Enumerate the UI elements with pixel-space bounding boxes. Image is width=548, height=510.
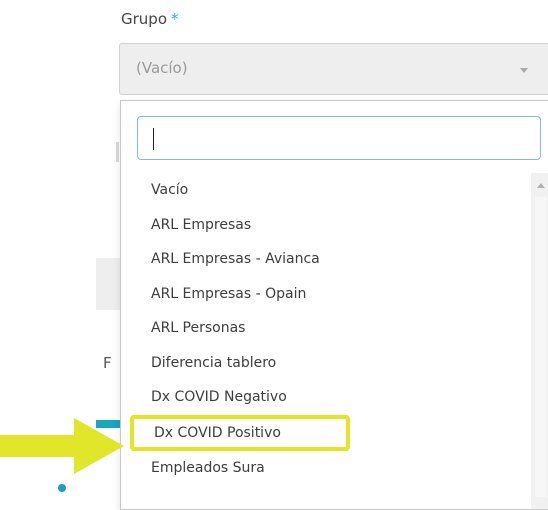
grupo-select-value: (Vacío) [136, 59, 188, 77]
grupo-label-text: Grupo [121, 10, 167, 28]
dropdown-scrollbar[interactable] [531, 173, 548, 509]
option-diferencia-tablero[interactable]: Diferencia tablero [121, 346, 531, 381]
dropdown-search-input[interactable] [137, 116, 541, 160]
option-arl-personas[interactable]: ARL Personas [121, 311, 531, 346]
grupo-field-label: Grupo * [121, 10, 179, 28]
background-label-fragment: F [103, 354, 112, 372]
option-arl-empresas-avianca[interactable]: ARL Empresas - Avianca [121, 242, 531, 277]
grupo-dropdown-list: Vacío ARL Empresas ARL Empresas - Avianc… [120, 100, 548, 510]
options-list: Vacío ARL Empresas ARL Empresas - Avianc… [121, 173, 531, 485]
option-dx-covid-negativo[interactable]: Dx COVID Negativo [121, 380, 531, 415]
option-dx-covid-positivo[interactable]: Dx COVID Positivo [130, 414, 350, 451]
pointer-arrow-icon [0, 418, 124, 474]
option-arl-empresas-opain[interactable]: ARL Empresas - Opain [121, 277, 531, 312]
required-asterisk: * [171, 10, 179, 28]
background-divider [116, 142, 119, 162]
option-arl-empresas[interactable]: ARL Empresas [121, 208, 531, 243]
chevron-down-icon[interactable] [520, 68, 528, 73]
option-empleados-sura[interactable]: Empleados Sura [121, 451, 531, 486]
scrollbar-thumb[interactable] [535, 197, 547, 497]
scroll-up-arrow-icon[interactable] [537, 183, 545, 188]
grupo-select[interactable]: (Vacío) [119, 43, 548, 95]
option-vacio[interactable]: Vacío [121, 173, 531, 208]
text-cursor [153, 128, 154, 150]
bullet-dot [58, 484, 66, 492]
